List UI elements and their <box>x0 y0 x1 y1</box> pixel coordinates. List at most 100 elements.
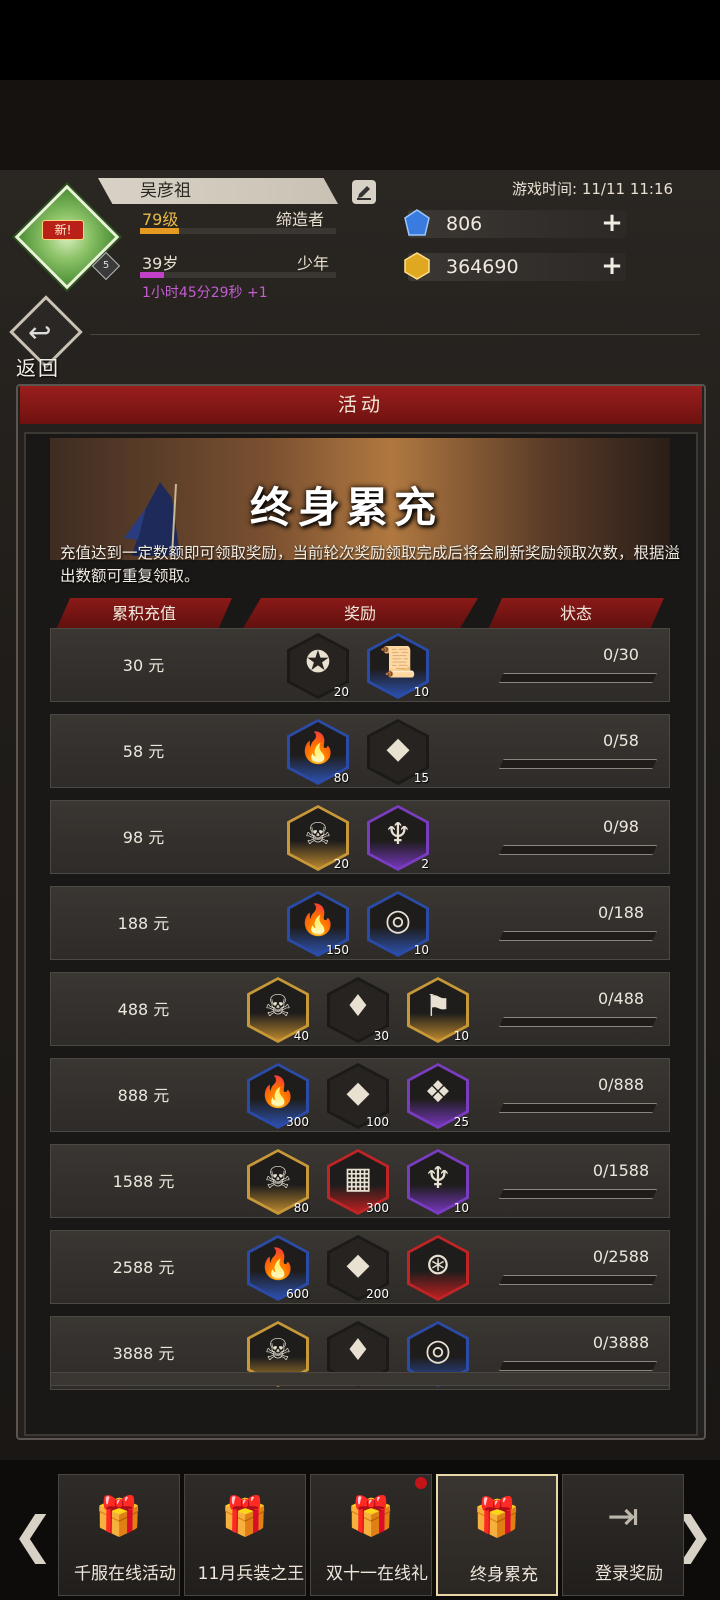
reward-item[interactable]: ♦ 30 <box>327 977 389 1043</box>
reward-item[interactable]: ☠ 80 <box>247 1149 309 1215</box>
reward-item[interactable]: ▦ 300 <box>327 1149 389 1215</box>
reward-count: 10 <box>453 1201 469 1215</box>
reward-count: 20 <box>333 857 349 871</box>
reward-item[interactable]: ♆ 10 <box>407 1149 469 1215</box>
row-status: 0/30 <box>603 645 639 664</box>
player-title: 缔造者 <box>276 210 325 229</box>
gold-icon <box>404 252 430 280</box>
reward-count: 10 <box>413 685 429 699</box>
progress-bar <box>499 1189 657 1199</box>
player-level: 79级 <box>142 210 179 229</box>
scroll-icon: 📜 <box>379 645 417 680</box>
gift-icon: 🎁 <box>95 1494 143 1538</box>
skull-icon: ☠ <box>304 817 332 852</box>
tab-activity[interactable]: 🎁 千服在线活动 <box>58 1474 180 1596</box>
reward-item[interactable]: 🔥 600 <box>247 1235 309 1301</box>
reward-item[interactable]: ⚑ 10 <box>407 977 469 1043</box>
reward-item[interactable]: ☠ 20 <box>287 805 349 871</box>
row-amount: 1588 元 <box>112 1172 175 1191</box>
row-amount: 488 元 <box>117 1000 170 1019</box>
online-timer: 1小时45分29秒 +1 <box>142 285 268 301</box>
row-status: 0/98 <box>603 817 639 836</box>
skull-icon: ☠ <box>264 1161 292 1196</box>
compass-icon: ◎ <box>424 1333 452 1368</box>
table-row: 58 元 🔥 80 ◆ 15 0/58 <box>50 714 670 788</box>
avatar-level: 5 <box>102 260 110 271</box>
map-icon: ▦ <box>343 1161 373 1196</box>
reward-count: 20 <box>333 685 349 699</box>
reward-item[interactable]: ◆ 15 <box>367 719 429 785</box>
row-amount: 58 元 <box>122 742 165 761</box>
reward-item[interactable]: ♆ 2 <box>367 805 429 871</box>
reward-item[interactable]: 🔥 150 <box>287 891 349 957</box>
reward-item[interactable]: 🔥 80 <box>287 719 349 785</box>
new-badge: 新! <box>42 220 84 240</box>
torch-icon: 🔥 <box>299 903 337 938</box>
age-scroll-icon: ⊛ <box>425 1247 451 1282</box>
gold-value: 364690 <box>446 256 519 278</box>
reward-count: 300 <box>286 1115 309 1129</box>
fragment-icon: ◆ <box>386 731 410 766</box>
banner-title: 终身累充 <box>250 483 443 532</box>
fragment-icon: ◆ <box>346 1075 370 1110</box>
add-gems-button[interactable]: + <box>600 210 624 236</box>
tab-prev-arrow-icon[interactable]: ❮ <box>12 1505 54 1565</box>
progress-bar <box>499 1103 657 1113</box>
panel-title: 活动 <box>20 386 702 424</box>
reward-count: 25 <box>453 1115 469 1129</box>
reward-count: 100 <box>366 1115 389 1129</box>
row-status: 0/888 <box>597 1075 645 1094</box>
row-status: 0/1588 <box>592 1161 650 1180</box>
game-time: 游戏时间: 11/11 11:16 <box>512 180 674 198</box>
row-amount: 98 元 <box>122 828 165 847</box>
back-button[interactable]: ↩ 返回 <box>9 295 83 380</box>
table-row: 2588 元 🔥 600 ◆ 200 ⊛ 0/2588 <box>50 1230 670 1304</box>
progress-bar <box>499 1361 657 1371</box>
crystal-icon: ♦ <box>344 1333 372 1368</box>
progress-bar <box>499 673 657 683</box>
gift-icon: 🎁 <box>347 1494 395 1538</box>
tab-activity[interactable]: 🎁 双十一在线礼 <box>310 1474 432 1596</box>
add-gold-button[interactable]: + <box>600 253 624 279</box>
reward-item[interactable]: ✪ 20 <box>287 633 349 699</box>
chalice-icon: ♆ <box>424 1161 452 1196</box>
crystals-icon: ❖ <box>424 1075 452 1110</box>
table-row: 1588 元 ☠ 80 ▦ 300 ♆ 10 0/1588 <box>50 1144 670 1218</box>
fragment-icon: ◆ <box>346 1247 370 1282</box>
gold-counter: 364690 + <box>404 252 626 281</box>
row-amount: 888 元 <box>117 1086 170 1105</box>
level-progress-bar <box>140 228 336 234</box>
player-name: 吴彦祖 <box>98 178 338 204</box>
reward-count: 10 <box>453 1029 469 1043</box>
row-status: 0/188 <box>597 903 645 922</box>
tab-activity[interactable]: ⇥ 登录奖励 <box>562 1474 684 1596</box>
row-amount: 188 元 <box>117 914 170 933</box>
row-status: 0/3888 <box>592 1333 650 1352</box>
progress-bar <box>499 845 657 855</box>
back-arrow-icon: ↩ <box>28 316 52 349</box>
reward-item[interactable]: ❖ 25 <box>407 1063 469 1129</box>
tab-activity[interactable]: 🎁 11月兵装之王 <box>184 1474 306 1596</box>
reward-item[interactable]: 📜 10 <box>367 633 429 699</box>
reward-item[interactable]: ⊛ <box>407 1235 469 1301</box>
reward-item[interactable]: ◆ 200 <box>327 1235 389 1301</box>
reward-count: 600 <box>286 1287 309 1301</box>
row-amount: 30 元 <box>122 656 165 675</box>
table-row: 30 元 ✪ 20 📜 10 0/30 <box>50 628 670 702</box>
reward-item[interactable]: ☠ 40 <box>247 977 309 1043</box>
reward-item[interactable]: ◎ 10 <box>367 891 429 957</box>
tab-label: 终身累充 <box>470 1565 538 1585</box>
back-label: 返回 <box>16 356 60 380</box>
reward-count: 15 <box>413 771 429 785</box>
tab-label: 登录奖励 <box>595 1564 663 1584</box>
progress-bar <box>499 1275 657 1285</box>
reward-item[interactable]: ◆ 100 <box>327 1063 389 1129</box>
reward-item[interactable]: 🔥 300 <box>247 1063 309 1129</box>
player-avatar[interactable]: 新! 5 <box>14 184 121 290</box>
edit-name-icon[interactable] <box>352 180 376 204</box>
tab-label: 11月兵装之王 <box>197 1564 305 1584</box>
tab-activity[interactable]: 🎁 终身累充 <box>436 1474 558 1596</box>
torch-icon: 🔥 <box>259 1075 297 1110</box>
banner-icon: ⚑ <box>424 989 452 1024</box>
table-row-partial <box>50 1372 670 1386</box>
